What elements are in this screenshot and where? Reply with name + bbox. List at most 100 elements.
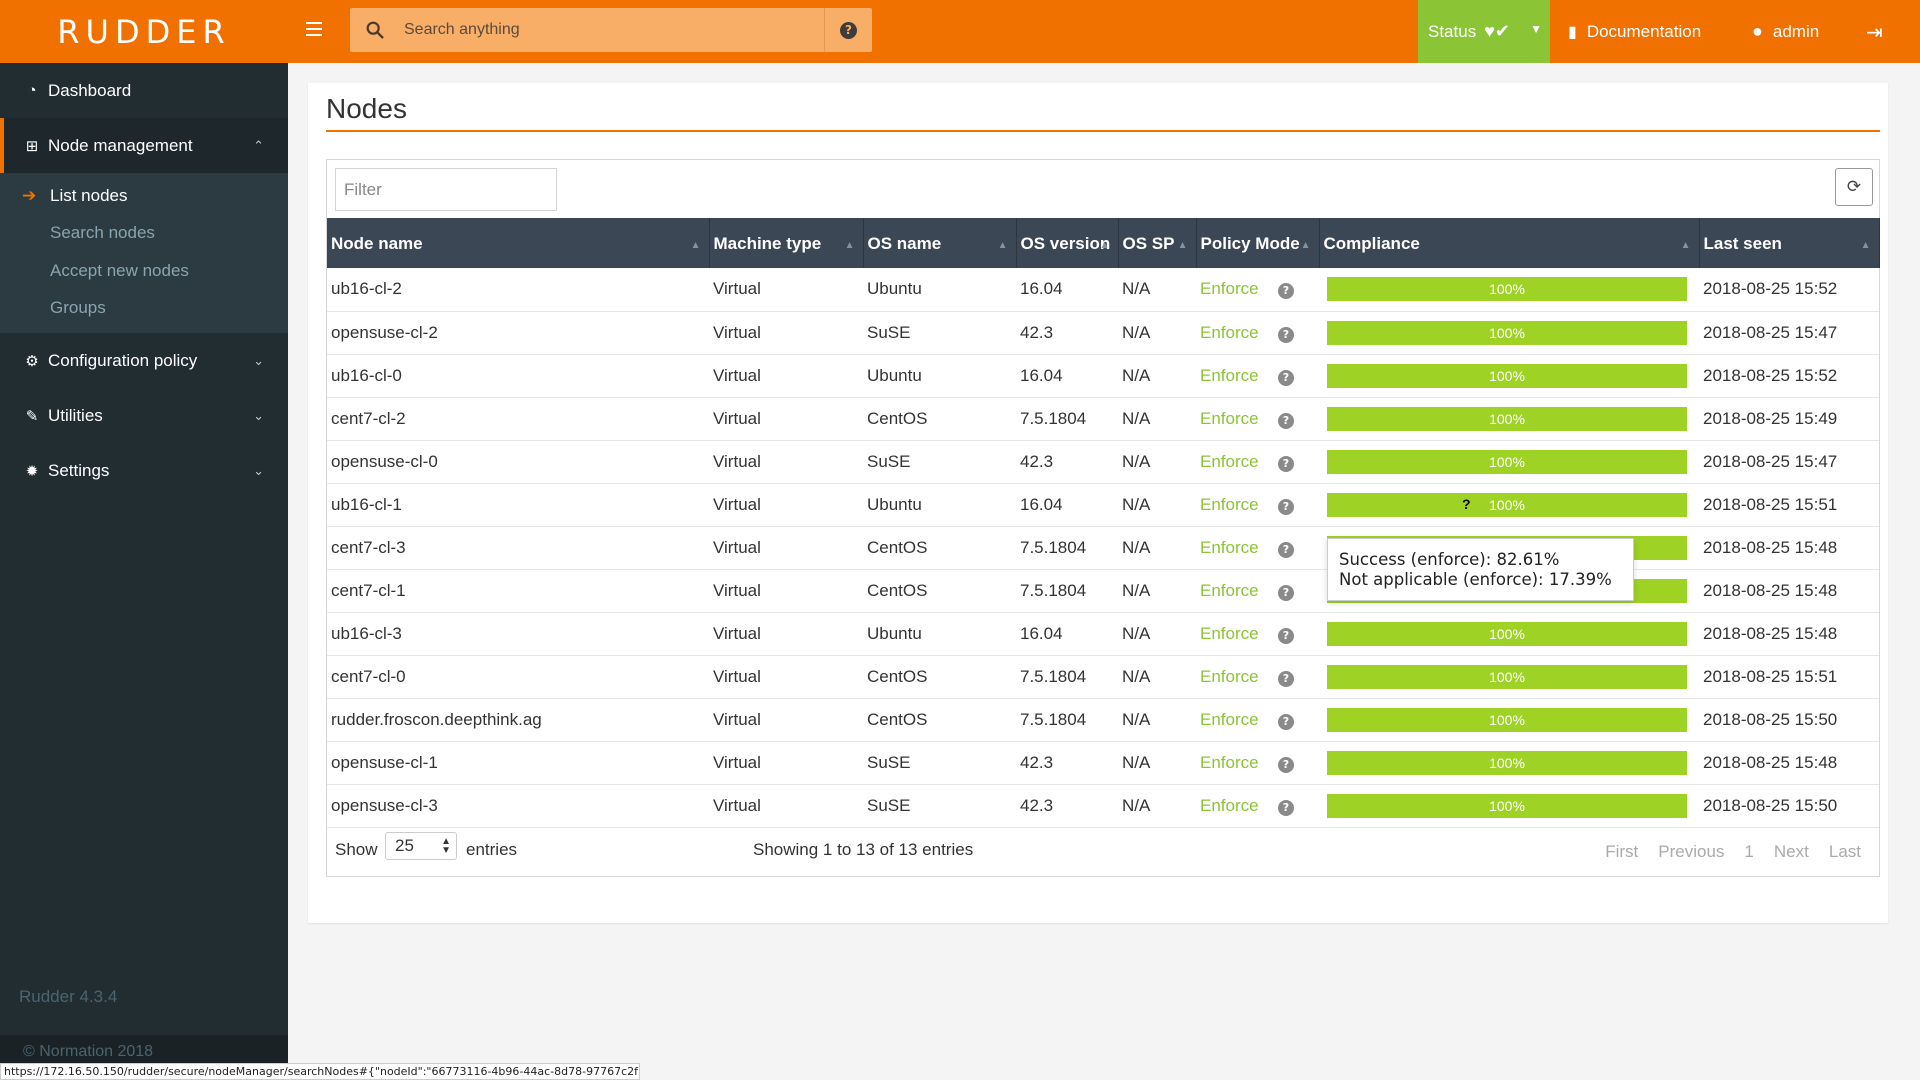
filter-input[interactable] [335,168,557,211]
node-name-cell[interactable]: cent7-cl-0 [327,655,709,698]
policy-mode-help-icon[interactable]: ? [1278,369,1294,386]
pager-page-1[interactable]: 1 [1744,842,1753,862]
pager-first[interactable]: First [1605,842,1638,862]
node-name-cell[interactable]: ub16-cl-2 [327,268,709,311]
sidebar-item-configuration-policy[interactable]: ⚙ Configuration policy ⌄ [0,333,288,388]
compliance-bar[interactable]: 100% [1327,277,1687,302]
compliance-bar[interactable]: 100% [1327,492,1687,517]
search-input[interactable] [400,8,810,52]
node-name-cell[interactable]: ub16-cl-3 [327,612,709,655]
sidebar-item-settings[interactable]: ✹ Settings ⌄ [0,443,288,498]
table-row[interactable]: ub16-cl-0 Virtual Ubuntu 16.04 N/A Enforce? 10… [327,354,1879,397]
node-name-cell[interactable]: cent7-cl-3 [327,526,709,569]
compliance-bar[interactable]: 100% [1327,664,1687,689]
pager-previous[interactable]: Previous [1658,842,1724,862]
sidebar-toggle-icon[interactable] [302,18,326,44]
policy-mode-cell: Enforce? [1196,483,1319,526]
policy-mode-help-icon[interactable]: ? [1278,326,1294,343]
node-name-cell[interactable]: cent7-cl-1 [327,569,709,612]
column-header-node-name[interactable]: Node name ▲ [327,218,710,268]
table-row[interactable]: ub16-cl-3 Virtual Ubuntu 16.04 N/A Enforce? 10… [327,612,1879,655]
policy-mode-help-icon[interactable]: ? [1278,498,1294,515]
compliance-bar[interactable]: 100% [1327,363,1687,388]
node-name-cell[interactable]: opensuse-cl-2 [327,311,709,354]
policy-mode-cell: Enforce? [1196,784,1319,827]
column-header-last-seen[interactable]: Last seen ▲ [1699,218,1880,268]
column-header-os-name[interactable]: OS name ▲ [863,218,1017,268]
compliance-value: 100% [1489,754,1525,771]
user-menu[interactable]: ● admin [1752,0,1819,63]
table-row[interactable]: opensuse-cl-3 Virtual SuSE 42.3 N/A Enforce? 1… [327,784,1879,827]
compliance-bar[interactable]: 100% [1327,793,1687,818]
policy-mode-help-icon[interactable]: ? [1278,412,1294,429]
table-row[interactable]: opensuse-cl-0 Virtual SuSE 42.3 N/A Enforce? 1… [327,440,1879,483]
policy-mode-help-icon[interactable]: ? [1278,541,1294,558]
policy-mode-help-icon[interactable]: ? [1278,799,1294,816]
node-name-cell[interactable]: opensuse-cl-0 [327,440,709,483]
sidebar-item-utilities[interactable]: ✎ Utilities ⌄ [0,388,288,443]
search-help-button[interactable]: ? [824,8,872,52]
compliance-bar[interactable]: 100% [1327,750,1687,775]
column-header-policy-mode[interactable]: Policy Mode ▲ [1196,218,1320,268]
sidebar-item-node-management[interactable]: ⊞ Node management ⌃ [0,118,288,173]
table-row[interactable]: cent7-cl-2 Virtual CentOS 7.5.1804 N/A Enforc… [327,397,1879,440]
compliance-bar[interactable]: 100% [1327,449,1687,474]
policy-mode-value: Enforce [1200,623,1259,643]
column-header-os-sp[interactable]: OS SP ▲ [1118,218,1197,268]
sidebar-item-list-nodes[interactable]: ➔ List nodes [0,177,288,215]
show-label: Show [335,840,378,859]
node-name-cell[interactable]: ub16-cl-1 [327,483,709,526]
column-header-machine-type[interactable]: Machine type ▲ [709,218,864,268]
policy-mode-help-icon[interactable]: ? [1278,670,1294,687]
status-menu-button[interactable]: Status ♥✔ ▼ [1418,0,1550,63]
table-row[interactable]: opensuse-cl-2 Virtual SuSE 42.3 N/A Enforce? 1… [327,311,1879,354]
pager-next[interactable]: Next [1774,842,1809,862]
policy-mode-help-icon[interactable]: ? [1278,713,1294,730]
documentation-link[interactable]: ▮ Documentation [1568,0,1701,63]
table-row[interactable]: ub16-cl-1 Virtual Ubuntu 16.04 N/A Enforce? 10… [327,483,1879,526]
sidebar-item-groups[interactable]: Groups [0,290,288,328]
table-row[interactable]: cent7-cl-3 Virtual CentOS 7.5.1804 N/A Enforc… [327,526,1879,569]
node-name-cell[interactable]: ub16-cl-0 [327,354,709,397]
sidebar-item-search-nodes[interactable]: Search nodes [0,215,288,253]
machine-type-cell: Virtual [713,623,761,643]
logout-icon[interactable]: ⇥ [1866,20,1890,44]
compliance-bar[interactable]: 100% [1327,621,1687,646]
policy-mode-value: Enforce [1200,580,1259,600]
compliance-bar[interactable]: 100% [1327,707,1687,732]
chevron-down-icon: ⌄ [253,353,264,368]
node-name-cell[interactable]: rudder.froscon.deepthink.ag [327,698,709,741]
compliance-cell: 100% [1319,397,1699,440]
pager-last[interactable]: Last [1829,842,1861,862]
node-name-cell[interactable]: cent7-cl-2 [327,397,709,440]
policy-mode-cell: Enforce? [1196,311,1319,354]
table-row[interactable]: cent7-cl-0 Virtual CentOS 7.5.1804 N/A Enforc… [327,655,1879,698]
os-version-cell: 42.3 [1020,451,1054,471]
policy-mode-help-icon[interactable]: ? [1278,756,1294,773]
table-row[interactable]: ub16-cl-2 Virtual Ubuntu 16.04 N/A Enforce? 10… [327,268,1879,311]
question-icon: ? [840,21,857,39]
os-sp-cell: N/A [1122,580,1151,600]
refresh-button[interactable]: ⟳ [1835,168,1873,206]
node-name-cell[interactable]: opensuse-cl-3 [327,784,709,827]
sidebar-item-accept-new-nodes[interactable]: Accept new nodes [0,252,288,290]
table-row[interactable]: rudder.froscon.deepthink.ag Virtual CentOS… [327,698,1879,741]
table-row[interactable]: cent7-cl-1 Virtual CentOS 7.5.1804 N/A Enforc… [327,569,1879,612]
policy-mode-help-icon[interactable]: ? [1278,283,1294,300]
os-sp-cell: N/A [1122,322,1151,342]
entries-per-page-select[interactable]: 25 ▲ ▼ [385,832,457,860]
column-header-compliance[interactable]: Compliance ▲ [1319,218,1700,268]
compliance-tooltip: Success (enforce): 82.61% Not applicable… [1327,538,1634,601]
node-name-cell[interactable]: opensuse-cl-1 [327,741,709,784]
column-header-os-version[interactable]: OS version ▲ [1016,218,1119,268]
compliance-bar[interactable]: 100% [1327,406,1687,431]
compliance-cell: 100% [1319,655,1699,698]
policy-mode-help-icon[interactable]: ? [1278,455,1294,472]
compliance-bar[interactable]: 100% [1327,320,1687,345]
table-row[interactable]: opensuse-cl-1 Virtual SuSE 42.3 N/A Enforce? 1… [327,741,1879,784]
policy-mode-help-icon[interactable]: ? [1278,627,1294,644]
sidebar-item-dashboard[interactable]: ◔ Dashboard [0,63,288,118]
policy-mode-help-icon[interactable]: ? [1278,584,1294,601]
logo-area[interactable]: RUDDER [0,0,288,63]
user-label: admin [1772,21,1820,41]
